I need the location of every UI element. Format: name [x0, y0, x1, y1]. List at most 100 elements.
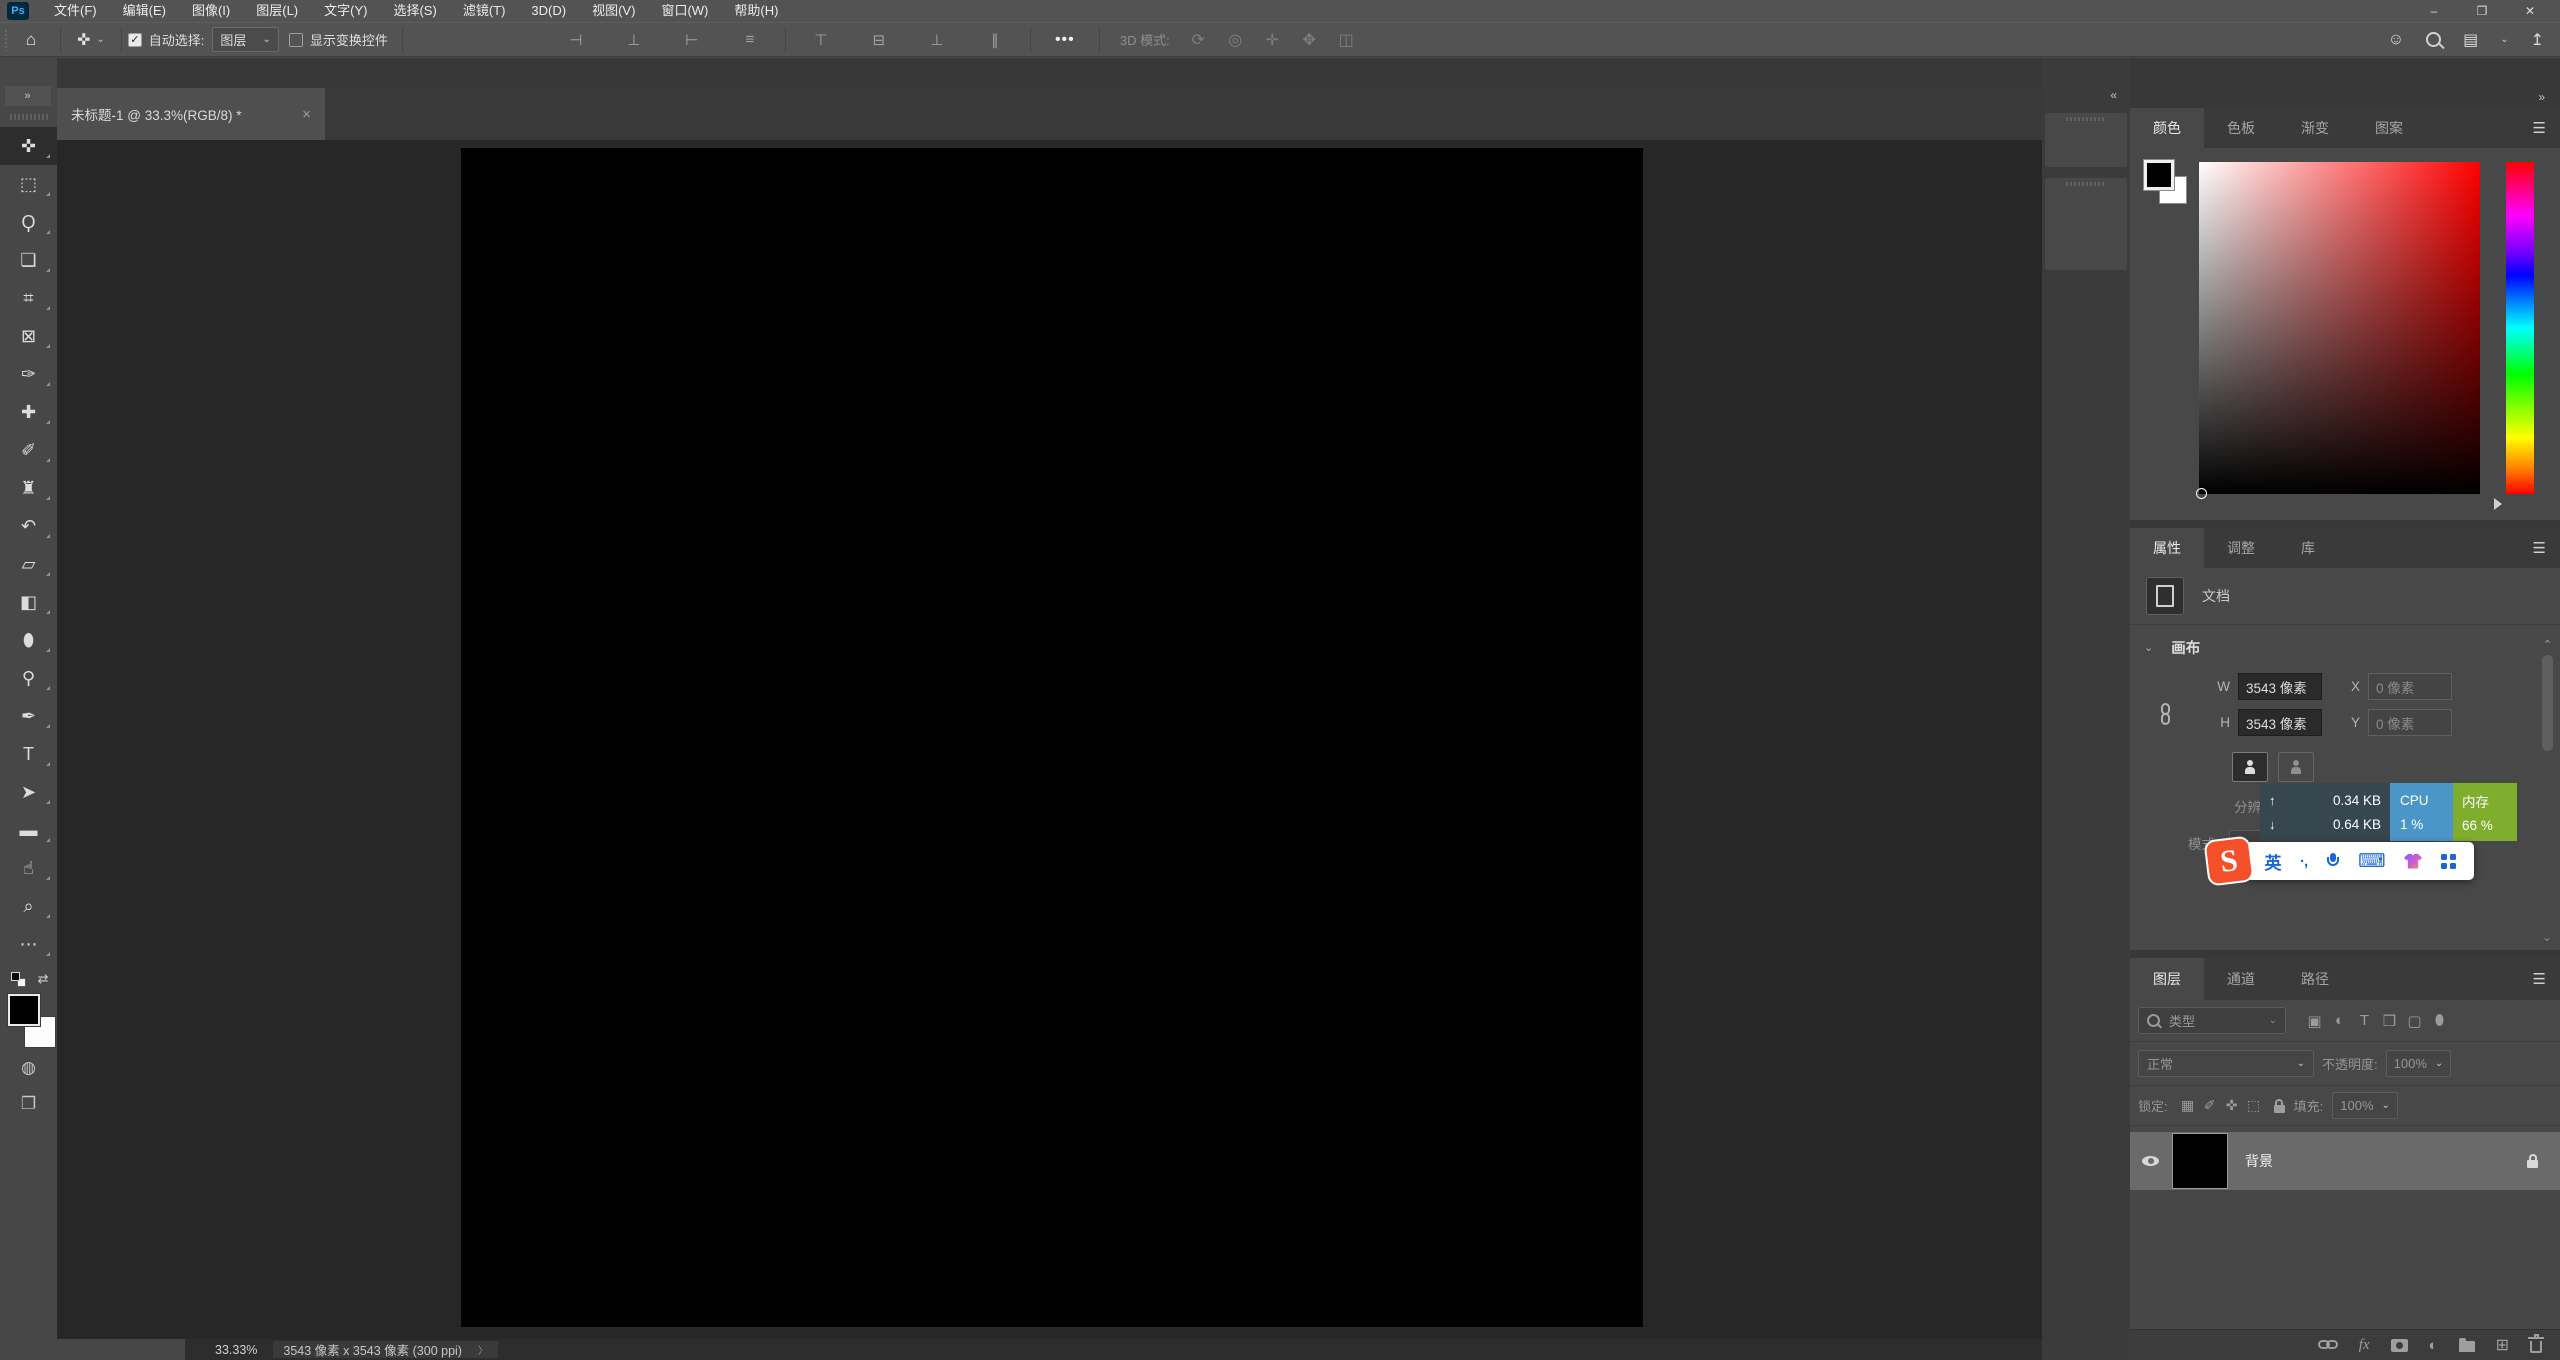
hand-tool[interactable]: ☝	[0, 849, 57, 887]
properties-scrollbar[interactable]: ⌃	[2540, 638, 2555, 868]
portrait-orientation-button[interactable]	[2232, 752, 2268, 782]
align-top-edges-icon[interactable]: ⊤	[792, 31, 850, 49]
new-group-icon[interactable]	[2458, 1338, 2475, 1352]
ime-punctuation-icon[interactable]: ·,	[2300, 853, 2308, 870]
clone-stamp-tool[interactable]: ♜	[0, 469, 57, 507]
history-brush-tool[interactable]: ↶	[0, 507, 57, 545]
type-tool[interactable]: T	[0, 735, 57, 773]
menu-item[interactable]: 3D(D)	[518, 0, 579, 22]
hue-slider-marker[interactable]	[2494, 498, 2502, 510]
gradient-tool[interactable]: ◧	[0, 583, 57, 621]
document-info[interactable]: 3543 像素 x 3543 像素 (300 ppi) 〉	[273, 1341, 498, 1358]
menu-item[interactable]: 文件(F)	[41, 0, 110, 22]
align-horizontal-centers-icon[interactable]: ⊥	[605, 31, 663, 49]
default-colors-icon[interactable]	[10, 972, 20, 981]
layer-style-icon[interactable]: fx	[2359, 1337, 2370, 1354]
dodge-tool[interactable]: ⚲	[0, 659, 57, 697]
swap-colors-icon[interactable]: ⇄	[38, 971, 49, 987]
history-panel-icon[interactable]	[2045, 121, 2127, 161]
lasso-tool[interactable]: Ϙ	[0, 203, 57, 241]
menu-item[interactable]: 文字(Y)	[311, 0, 380, 22]
tab-layers[interactable]: 图层	[2130, 958, 2204, 1000]
close-tab-icon[interactable]: ×	[302, 106, 311, 123]
fill-dropdown[interactable]: 100% ⌄	[2332, 1092, 2398, 1119]
filter-type-layers-icon[interactable]: T	[2352, 1012, 2377, 1030]
distribute-vertical-icon[interactable]: ∥	[966, 31, 1024, 49]
adjustment-layer-icon[interactable]: ◐	[2429, 1337, 2438, 1354]
rectangular-marquee-tool[interactable]: ⬚	[0, 165, 57, 203]
default-swap-colors[interactable]: ⇄	[9, 970, 49, 992]
home-icon[interactable]: ⌂	[8, 30, 54, 50]
chevron-down-icon[interactable]: ⌄	[2500, 34, 2508, 45]
share-icon[interactable]: ↥	[2531, 30, 2544, 50]
color-picker-marker[interactable]	[2196, 488, 2207, 499]
3d-orbit-icon[interactable]: ⟳	[1180, 30, 1217, 50]
saturation-brightness-picker[interactable]	[2196, 162, 2480, 499]
collapse-dock-icon[interactable]: «	[2110, 88, 2118, 102]
lock-image-icon[interactable]: ✐	[2199, 1097, 2221, 1114]
scroll-up-icon[interactable]: ⌃	[2540, 638, 2555, 651]
spot-healing-brush-tool[interactable]: ✚	[0, 393, 57, 431]
tab-adjustments[interactable]: 调整	[2204, 528, 2278, 568]
layer-visibility-toggle[interactable]	[2130, 1154, 2172, 1168]
toolbar-expand-button[interactable]: »	[5, 86, 51, 106]
filter-pixel-layers-icon[interactable]: ▣	[2302, 1012, 2327, 1030]
align-left-edges-icon[interactable]: ⊣	[547, 31, 605, 49]
keyboard-icon[interactable]: ⌨	[2358, 850, 2385, 873]
eyedropper-tool[interactable]: ✑	[0, 355, 57, 393]
blur-tool[interactable]: ⬮	[0, 621, 57, 659]
width-field[interactable]: 3543 像素	[2238, 673, 2322, 700]
brush-settings-panel-icon[interactable]	[2045, 186, 2127, 226]
tab-libraries[interactable]: 库	[2278, 528, 2338, 568]
pen-tool[interactable]: ✒	[0, 697, 57, 735]
opacity-dropdown[interactable]: 100% ⌄	[2385, 1050, 2452, 1077]
3d-slide-icon[interactable]: ✥	[1291, 30, 1328, 50]
align-right-edges-icon[interactable]: ⊢	[663, 31, 721, 49]
sogou-logo-icon[interactable]: S	[2203, 835, 2255, 887]
scroll-down-icon[interactable]: ⌄	[2542, 930, 2552, 944]
canvas-section-header[interactable]: ⌄ 画布	[2130, 625, 2560, 664]
close-icon[interactable]: ✕	[2506, 0, 2554, 22]
screen-mode-button[interactable]: ❐	[0, 1086, 57, 1122]
link-layers-icon[interactable]	[2317, 1340, 2338, 1350]
panel-menu-icon[interactable]: ☰	[2533, 539, 2546, 557]
document-tab[interactable]: 未标题-1 @ 33.3%(RGB/8) * ×	[57, 88, 325, 140]
more-align-options-icon[interactable]: •••	[1037, 31, 1093, 49]
menu-item[interactable]: 窗口(W)	[648, 0, 721, 22]
y-field[interactable]: 0 像素	[2368, 709, 2452, 736]
quick-mask-button[interactable]: ◍	[0, 1050, 57, 1086]
add-layer-mask-icon[interactable]	[2390, 1338, 2408, 1352]
tab-properties[interactable]: 属性	[2130, 528, 2204, 568]
microphone-icon[interactable]	[2326, 852, 2340, 870]
blend-mode-dropdown[interactable]: 正常 ⌄	[2138, 1050, 2314, 1077]
workspace-switcher-icon[interactable]: ▤	[2463, 30, 2478, 50]
link-dimensions-icon[interactable]	[2160, 703, 2172, 727]
zoom-level-field[interactable]: 33.33%	[215, 1343, 257, 1357]
layers-list-empty-area[interactable]	[2130, 1190, 2560, 1329]
delete-layer-icon[interactable]	[2528, 1334, 2544, 1353]
frame-tool[interactable]: ⊠	[0, 317, 57, 355]
status-chevron-icon[interactable]: 〉	[478, 1342, 488, 1357]
panel-menu-icon[interactable]: ☰	[2533, 970, 2546, 988]
new-layer-icon[interactable]: ⊞	[2496, 1335, 2509, 1355]
foreground-color-swatch[interactable]	[6, 993, 41, 1027]
canvas-document[interactable]	[461, 148, 1643, 1327]
zoom-tool[interactable]: ⌕	[0, 887, 57, 925]
scrollbar-thumb[interactable]	[2542, 655, 2553, 751]
menu-item[interactable]: 图像(I)	[179, 0, 243, 22]
lock-position-icon[interactable]: ✜	[2221, 1097, 2243, 1114]
show-transform-checkbox[interactable]	[288, 32, 303, 47]
path-selection-tool[interactable]: ➤	[0, 773, 57, 811]
menu-item[interactable]: 帮助(H)	[721, 0, 791, 22]
tab-paths[interactable]: 路径	[2278, 958, 2352, 1000]
filter-smart-objects-icon[interactable]: ▢	[2402, 1012, 2427, 1030]
x-field[interactable]: 0 像素	[2368, 673, 2452, 700]
hue-slider[interactable]	[2506, 162, 2534, 494]
align-bottom-edges-icon[interactable]: ⊥	[908, 31, 966, 49]
brush-tool[interactable]: ✐	[0, 431, 57, 469]
object-selection-tool[interactable]: ❏	[0, 241, 57, 279]
ime-toolbox-icon[interactable]	[2440, 853, 2456, 869]
layer-filter-type-dropdown[interactable]: 类型 ⌄	[2138, 1007, 2286, 1034]
lock-artboard-icon[interactable]: ⬚	[2243, 1097, 2265, 1114]
document-type-button[interactable]	[2146, 577, 2184, 615]
